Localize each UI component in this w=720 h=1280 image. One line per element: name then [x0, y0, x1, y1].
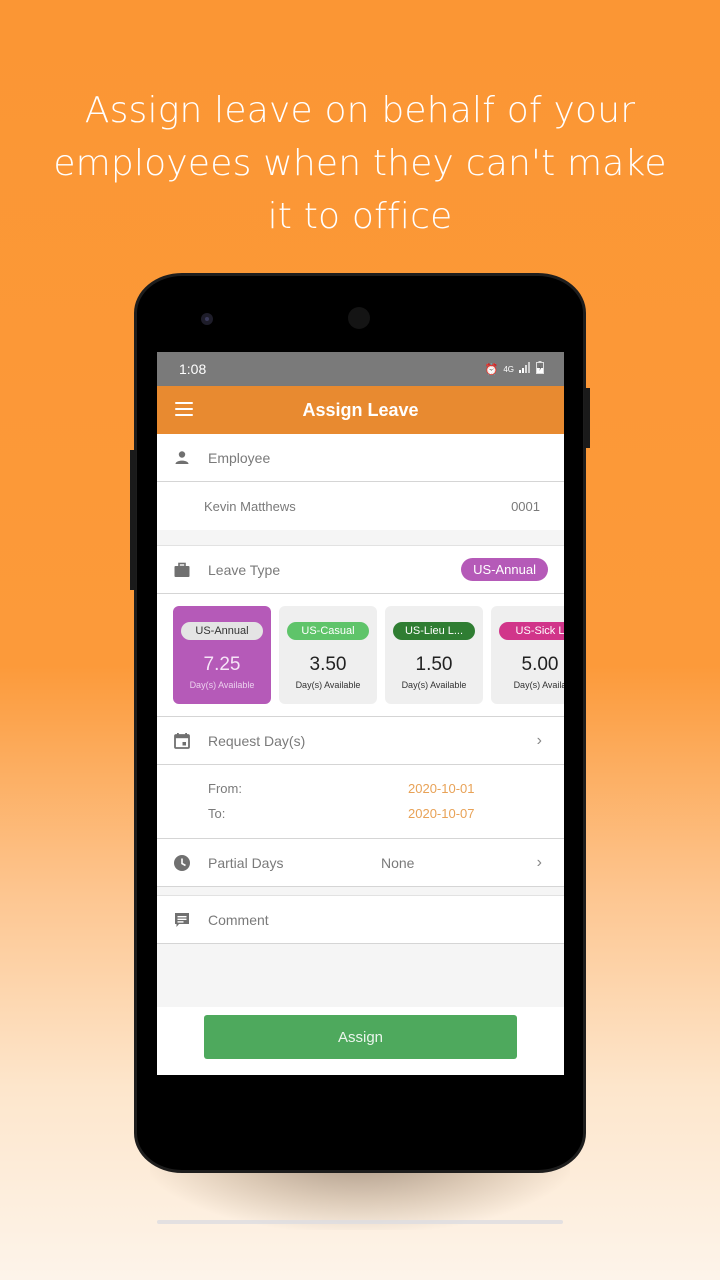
leave-card-days: 3.50 [309, 654, 347, 675]
page-title: Assign Leave [302, 399, 419, 420]
alarm-icon: ⏰ [484, 363, 499, 376]
phone-screen: 1:08 ⏰ 4G Assign Leave Employee Kevin Ma… [157, 352, 564, 1075]
leave-card-tag: US-Casual [287, 622, 369, 640]
leave-type-row: Leave Type US-Annual [157, 546, 564, 594]
request-days-label: Request Day(s) [208, 732, 306, 749]
employee-name: Kevin Matthews [204, 498, 296, 514]
signal-icon [519, 362, 531, 376]
comment-label: Comment [208, 911, 269, 928]
employee-label: Employee [208, 449, 271, 466]
comment-row[interactable]: Comment [157, 896, 564, 944]
promo-headline: Assign leave on behalf of your employees… [53, 90, 667, 237]
leave-type-label: Leave Type [208, 561, 281, 578]
person-icon [173, 449, 191, 467]
partial-days-value: None [381, 854, 415, 871]
assign-button[interactable]: Assign [204, 1015, 517, 1059]
chevron-right-icon: › [536, 853, 542, 871]
leave-card-days: 7.25 [203, 654, 241, 675]
leave-card-caption: Day(s) Available [189, 680, 255, 690]
hamburger-menu-icon[interactable] [175, 402, 193, 416]
leave-card-tag: US-Lieu L... [393, 622, 475, 640]
leave-card-caption: Day(s) Availa [513, 680, 564, 690]
leave-card-tag: US-Sick L [499, 622, 564, 640]
leave-card-tag: US-Annual [181, 622, 263, 640]
from-date[interactable]: 2020-10-01 [408, 781, 475, 796]
phone-reflection [157, 1220, 563, 1224]
chevron-right-icon: › [536, 731, 542, 749]
to-date[interactable]: 2020-10-07 [408, 806, 475, 821]
clock-icon [173, 854, 191, 872]
request-days-row[interactable]: Request Day(s) › [157, 717, 564, 765]
leave-card-us-casual[interactable]: US-Casual 3.50 Day(s) Available [279, 606, 377, 704]
status-time: 1:08 [179, 361, 207, 377]
partial-days-row[interactable]: Partial Days None › [157, 839, 564, 887]
briefcase-icon [173, 561, 191, 579]
section-gap [157, 887, 564, 896]
phone-volume-button [130, 450, 136, 590]
front-camera [348, 307, 370, 329]
leave-type-cards: US-Annual 7.25 Day(s) Available US-Casua… [157, 594, 564, 717]
leave-card-us-lieu[interactable]: US-Lieu L... 1.50 Day(s) Available [385, 606, 483, 704]
to-label: To: [208, 806, 226, 821]
comment-icon [173, 911, 191, 929]
status-icons: ⏰ 4G [485, 361, 544, 377]
employee-id: 0001 [511, 498, 540, 514]
from-label: From: [208, 781, 242, 796]
leave-card-days: 1.50 [415, 654, 453, 675]
phone-power-button [584, 388, 590, 448]
status-bar: 1:08 ⏰ 4G [157, 352, 564, 386]
leave-card-us-sick[interactable]: US-Sick L 5.00 Day(s) Availa [491, 606, 564, 704]
app-bar: Assign Leave [157, 386, 564, 434]
network-type-icon: 4G [503, 364, 514, 374]
leave-card-caption: Day(s) Available [295, 680, 361, 690]
employee-select-row[interactable]: Kevin Matthews 0001 [157, 482, 564, 530]
partial-days-label: Partial Days [208, 854, 284, 871]
leave-card-us-annual[interactable]: US-Annual 7.25 Day(s) Available [173, 606, 271, 704]
employee-header-row: Employee [157, 434, 564, 482]
bottom-action-bar: Assign [157, 1007, 564, 1075]
date-range: From: 2020-10-01 To: 2020-10-07 [157, 765, 564, 839]
leave-card-days: 5.00 [521, 654, 559, 675]
battery-icon [536, 361, 544, 377]
leave-card-caption: Day(s) Available [401, 680, 467, 690]
front-sensor [201, 313, 213, 325]
calendar-icon [173, 732, 191, 750]
selected-leave-type-badge: US-Annual [461, 558, 548, 581]
section-gap [157, 530, 564, 546]
